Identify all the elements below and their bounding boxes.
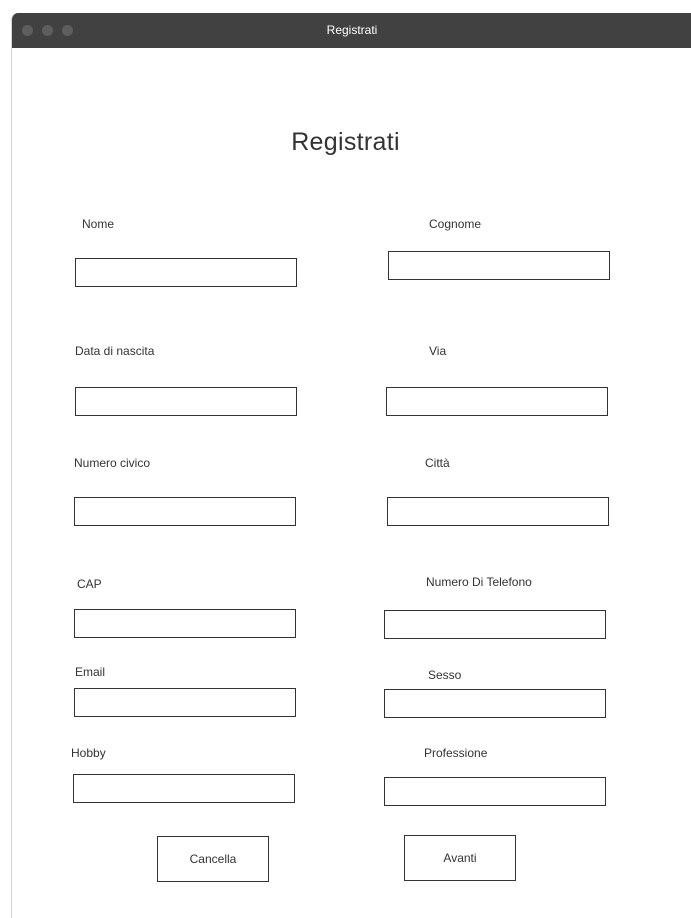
professione-label: Professione xyxy=(424,746,488,760)
via-label: Via xyxy=(429,344,447,358)
sesso-label: Sesso xyxy=(428,668,462,682)
cancel-button[interactable]: Cancella xyxy=(157,836,269,882)
numero-civico-label: Numero civico xyxy=(74,456,151,470)
sesso-input[interactable] xyxy=(384,689,606,718)
citta-input[interactable] xyxy=(387,497,609,526)
professione-input[interactable] xyxy=(384,777,606,806)
cap-label: CAP xyxy=(77,577,102,591)
data-nascita-input[interactable] xyxy=(75,387,297,416)
email-input[interactable] xyxy=(74,688,296,717)
telefono-input[interactable] xyxy=(384,610,606,639)
page-title: Registrati xyxy=(291,128,400,156)
next-button[interactable]: Avanti xyxy=(404,835,516,881)
cognome-input[interactable] xyxy=(388,251,610,280)
nome-input[interactable] xyxy=(75,258,297,287)
numero-civico-input[interactable] xyxy=(74,497,296,526)
title-bar: Registrati xyxy=(12,13,691,48)
nome-label: Nome xyxy=(82,217,115,231)
email-label: Email xyxy=(75,665,106,679)
telefono-label: Numero Di Telefono xyxy=(426,575,532,589)
citta-label: Città xyxy=(425,456,450,470)
hobby-label: Hobby xyxy=(71,746,106,760)
hobby-input[interactable] xyxy=(73,774,295,803)
cognome-label: Cognome xyxy=(429,217,482,231)
window-title: Registrati xyxy=(326,23,378,37)
via-input[interactable] xyxy=(386,387,608,416)
cap-input[interactable] xyxy=(74,609,296,638)
data-nascita-label: Data di nascita xyxy=(75,344,155,358)
